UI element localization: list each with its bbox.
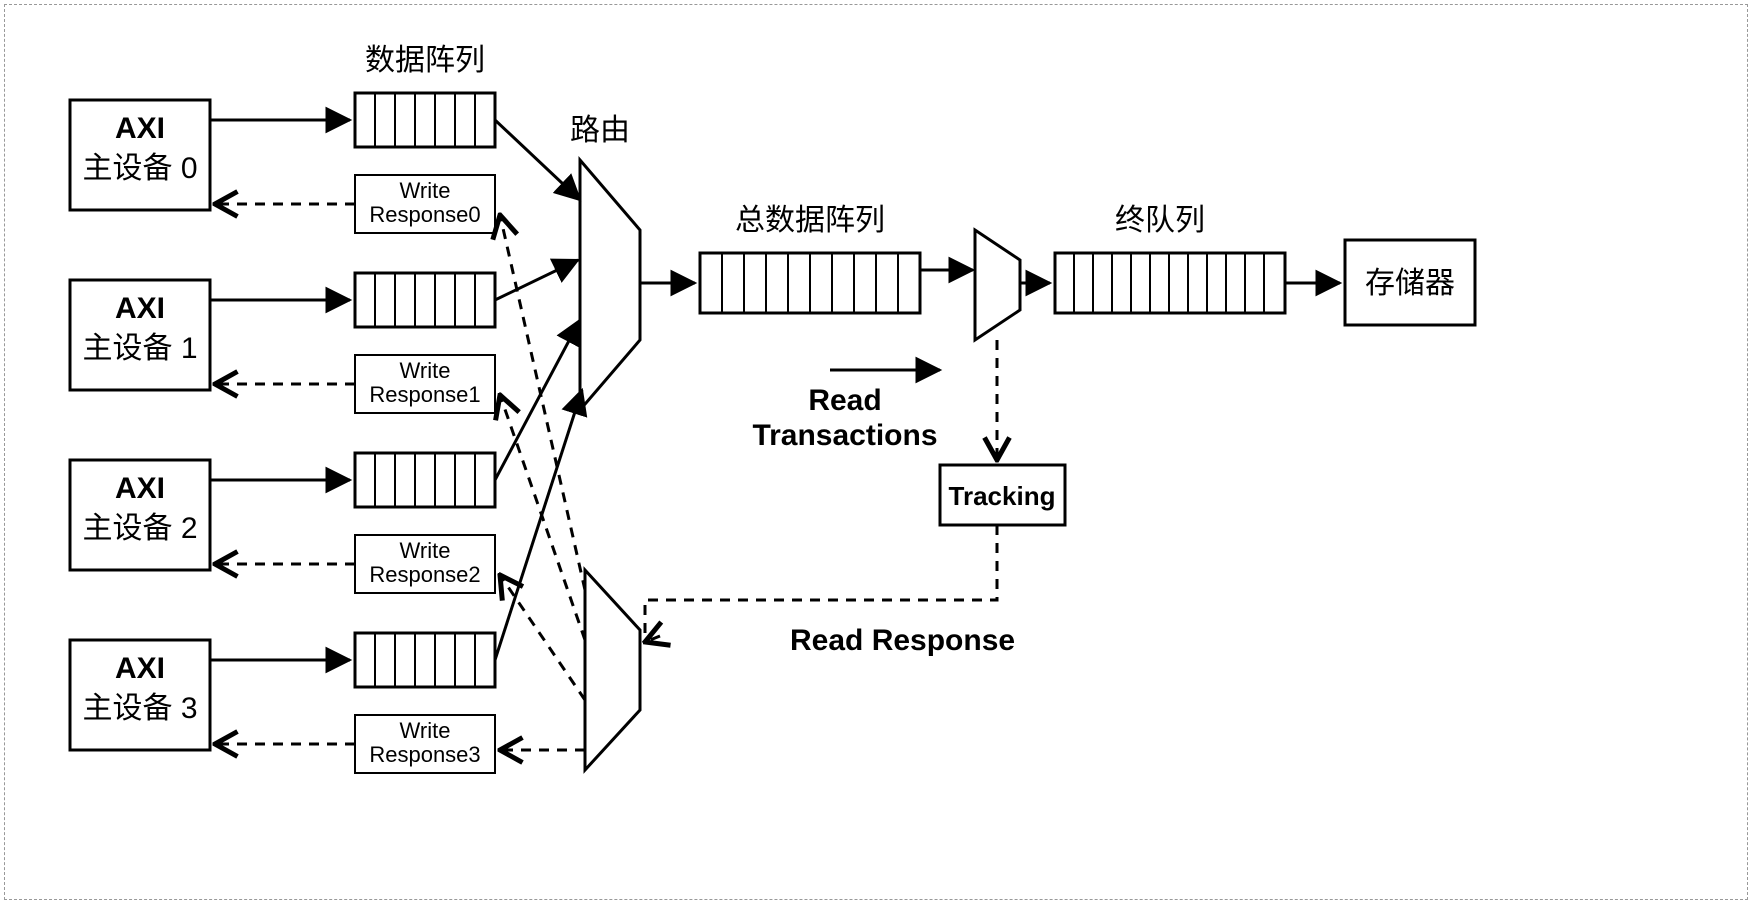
tracking-box: Tracking [940, 465, 1065, 525]
arrow-fifo2-mux [495, 320, 580, 480]
label-tracking: Tracking [949, 481, 1056, 511]
arrow-fifo3-mux [495, 390, 582, 660]
axi-master-0: AXI 主设备 0 [70, 100, 210, 210]
axi-master-2-line2: 主设备 2 [82, 512, 197, 545]
axi-master-2-line1: AXI [115, 472, 165, 505]
write-response-3: Write Response3 [355, 715, 495, 773]
label-data-array: 数据阵列 [365, 44, 485, 77]
arrow-tracking-demux-head [645, 636, 660, 642]
fifo-0 [355, 93, 495, 147]
label-storage: 存储器 [1365, 267, 1455, 300]
wr3-l1: Write [400, 718, 451, 743]
label-read-l2: Transactions [752, 419, 937, 452]
path-tracking-demux [645, 525, 997, 640]
fifo-2 [355, 453, 495, 507]
wr2-l1: Write [400, 538, 451, 563]
axi-master-1: AXI 主设备 1 [70, 280, 210, 390]
arrow-demux-wr0 [500, 215, 585, 590]
label-total-data-array: 总数据阵列 [735, 204, 885, 237]
label-route: 路由 [570, 114, 630, 147]
demux-read-response [585, 570, 640, 770]
axi-master-3: AXI 主设备 3 [70, 640, 210, 750]
axi-master-1-line2: 主设备 1 [82, 332, 197, 365]
wr1-l1: Write [400, 358, 451, 383]
fifo-1 [355, 273, 495, 327]
axi-master-3-line1: AXI [115, 652, 165, 685]
axi-master-0-line2: 主设备 0 [82, 152, 197, 185]
arrow-demux-wr2 [500, 575, 585, 700]
wr3-l2: Response3 [369, 742, 480, 767]
fifo-3 [355, 633, 495, 687]
arrow-fifo0-mux [495, 120, 580, 200]
wr0-l2: Response0 [369, 202, 480, 227]
axi-master-2: AXI 主设备 2 [70, 460, 210, 570]
arrow-fifo1-mux [495, 260, 578, 300]
fifo-total [700, 253, 920, 313]
axi-master-3-line2: 主设备 3 [82, 692, 197, 725]
write-response-1: Write Response1 [355, 355, 495, 413]
fifo-final [1055, 253, 1285, 313]
wr0-l1: Write [400, 178, 451, 203]
write-response-2: Write Response2 [355, 535, 495, 593]
label-read-response: Read Response [790, 624, 1015, 657]
axi-master-0-line1: AXI [115, 112, 165, 145]
label-read-l1: Read [808, 384, 881, 417]
wr1-l2: Response1 [369, 382, 480, 407]
write-response-0: Write Response0 [355, 175, 495, 233]
mux-route [580, 160, 640, 410]
storage-box: 存储器 [1345, 240, 1475, 325]
label-final-queue: 终队列 [1115, 204, 1205, 237]
axi-master-1-line1: AXI [115, 292, 165, 325]
mux-final [975, 230, 1020, 340]
wr2-l2: Response2 [369, 562, 480, 587]
